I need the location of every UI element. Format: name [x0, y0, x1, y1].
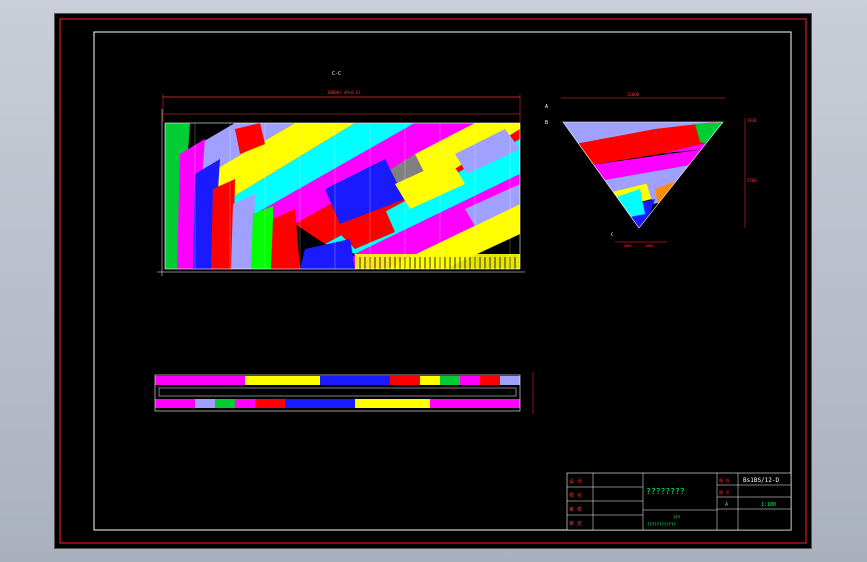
- title-row-label-3: 审 核: [569, 506, 582, 513]
- sub-caption: ????????????: [647, 522, 676, 527]
- dim-side-bottom-right: 1000: [645, 244, 653, 248]
- title-row-label-4: 审 定: [569, 520, 582, 527]
- scale-value: 1:100: [761, 502, 776, 508]
- dim-side-height: 5500: [747, 178, 757, 183]
- main-elevation: [165, 123, 520, 269]
- dim-side-width: 12000: [627, 92, 640, 97]
- status-cell-2: 图 号: [719, 489, 729, 495]
- dim-side-right: 1930: [747, 118, 757, 123]
- title-row-label-2: 校 对: [569, 492, 582, 499]
- drawing-number: Bs1BS/12-D: [743, 477, 780, 484]
- outer-border: [59, 18, 807, 544]
- cad-drawing[interactable]: C-C 10000(.49+0.6) 12000 A B 1930 5500 1…: [55, 14, 811, 548]
- side-marker-mid: B: [545, 120, 548, 126]
- section-label: C-C: [332, 71, 341, 77]
- side-section: [563, 122, 723, 228]
- drawing-sheet: C-C 10000(.49+0.6) 12000 A B 1930 5500 1…: [54, 13, 812, 549]
- stage-value: A: [725, 502, 728, 508]
- dim-side-bottom-left: 1000: [623, 244, 631, 248]
- status-cell-1: 图 别: [719, 477, 729, 483]
- inner-frame: [93, 31, 792, 531]
- plan-strip-inner: [158, 387, 517, 397]
- side-marker-top: A: [545, 104, 548, 110]
- dim-main-width: 10000(.49+0.6): [327, 90, 361, 95]
- project-name: ????????: [646, 487, 685, 496]
- sub-title: ???: [673, 515, 681, 520]
- title-row-label-1: 设 计: [569, 478, 582, 485]
- side-marker-low: C: [611, 232, 614, 237]
